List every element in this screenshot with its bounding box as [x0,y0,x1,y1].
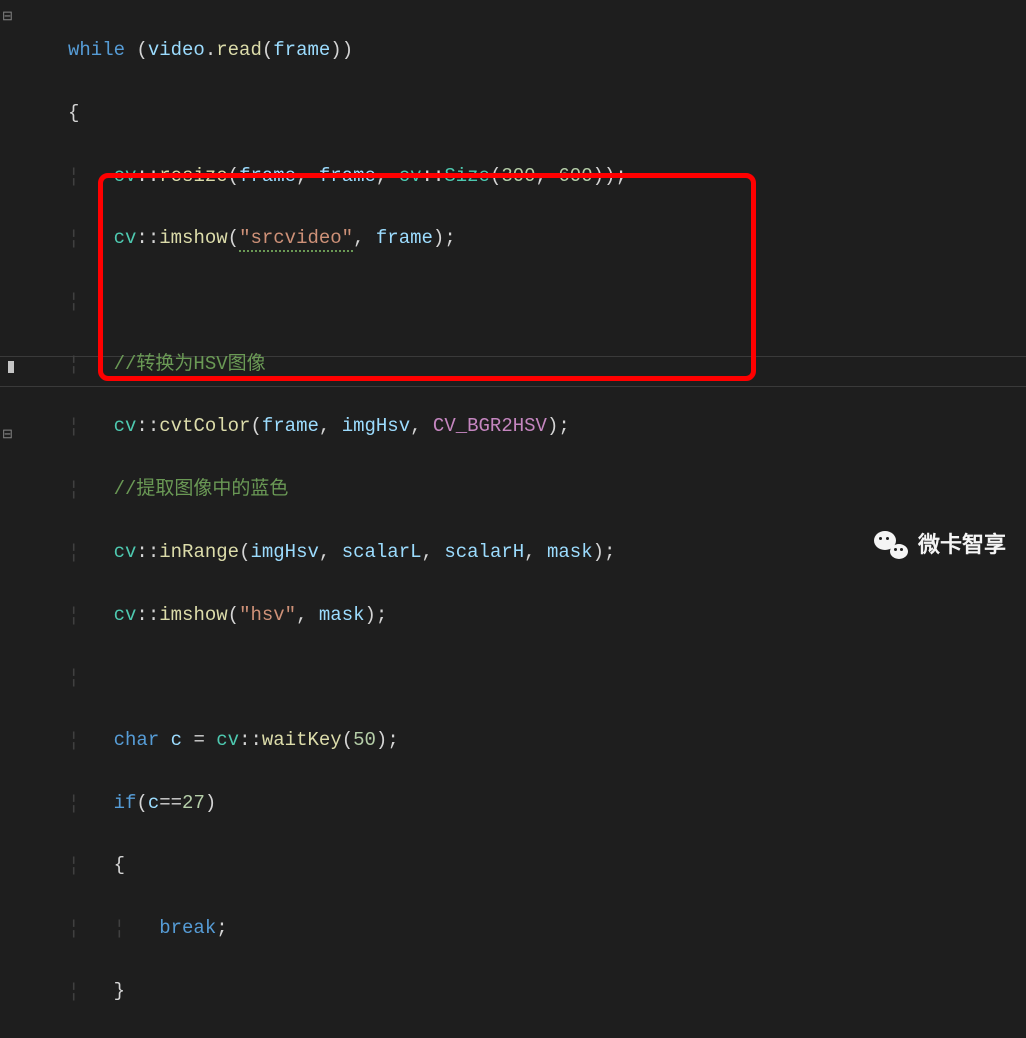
wechat-icon [874,531,908,559]
code-line: ¦ } [28,976,1026,1007]
code-line: ¦ [28,662,1026,693]
code-line: ¦ cv::resize(frame, frame, cv::Size(300,… [28,161,1026,192]
code-editor-content[interactable]: while (video.read(frame)) { ¦ cv::resize… [28,4,1026,1038]
watermark: 微卡智享 [874,527,1006,563]
watermark-text: 微卡智享 [918,527,1006,563]
code-line: { [28,98,1026,129]
caret-indicator [8,361,14,373]
fold-marker[interactable]: ⊟ [2,424,13,445]
editor-gutter: ⊟ ⊟ [0,0,28,587]
code-line: while (video.read(frame)) [28,35,1026,66]
code-line: ¦ //提取图像中的蓝色 [28,474,1026,505]
code-line: ¦ [28,286,1026,317]
code-line: ¦ if(c==27) [28,788,1026,819]
fold-marker[interactable]: ⊟ [2,6,13,27]
code-line: ¦ //转换为HSV图像 [28,349,1026,380]
code-line: ¦ char c = cv::waitKey(50); [28,725,1026,756]
code-line: ¦ cv::cvtColor(frame, imgHsv, CV_BGR2HSV… [28,411,1026,442]
code-line: ¦ { [28,850,1026,881]
code-line: ¦ cv::imshow("srcvideo", frame); [28,223,1026,254]
fold-marker[interactable] [2,38,10,59]
code-line: ¦ ¦ break; [28,913,1026,944]
